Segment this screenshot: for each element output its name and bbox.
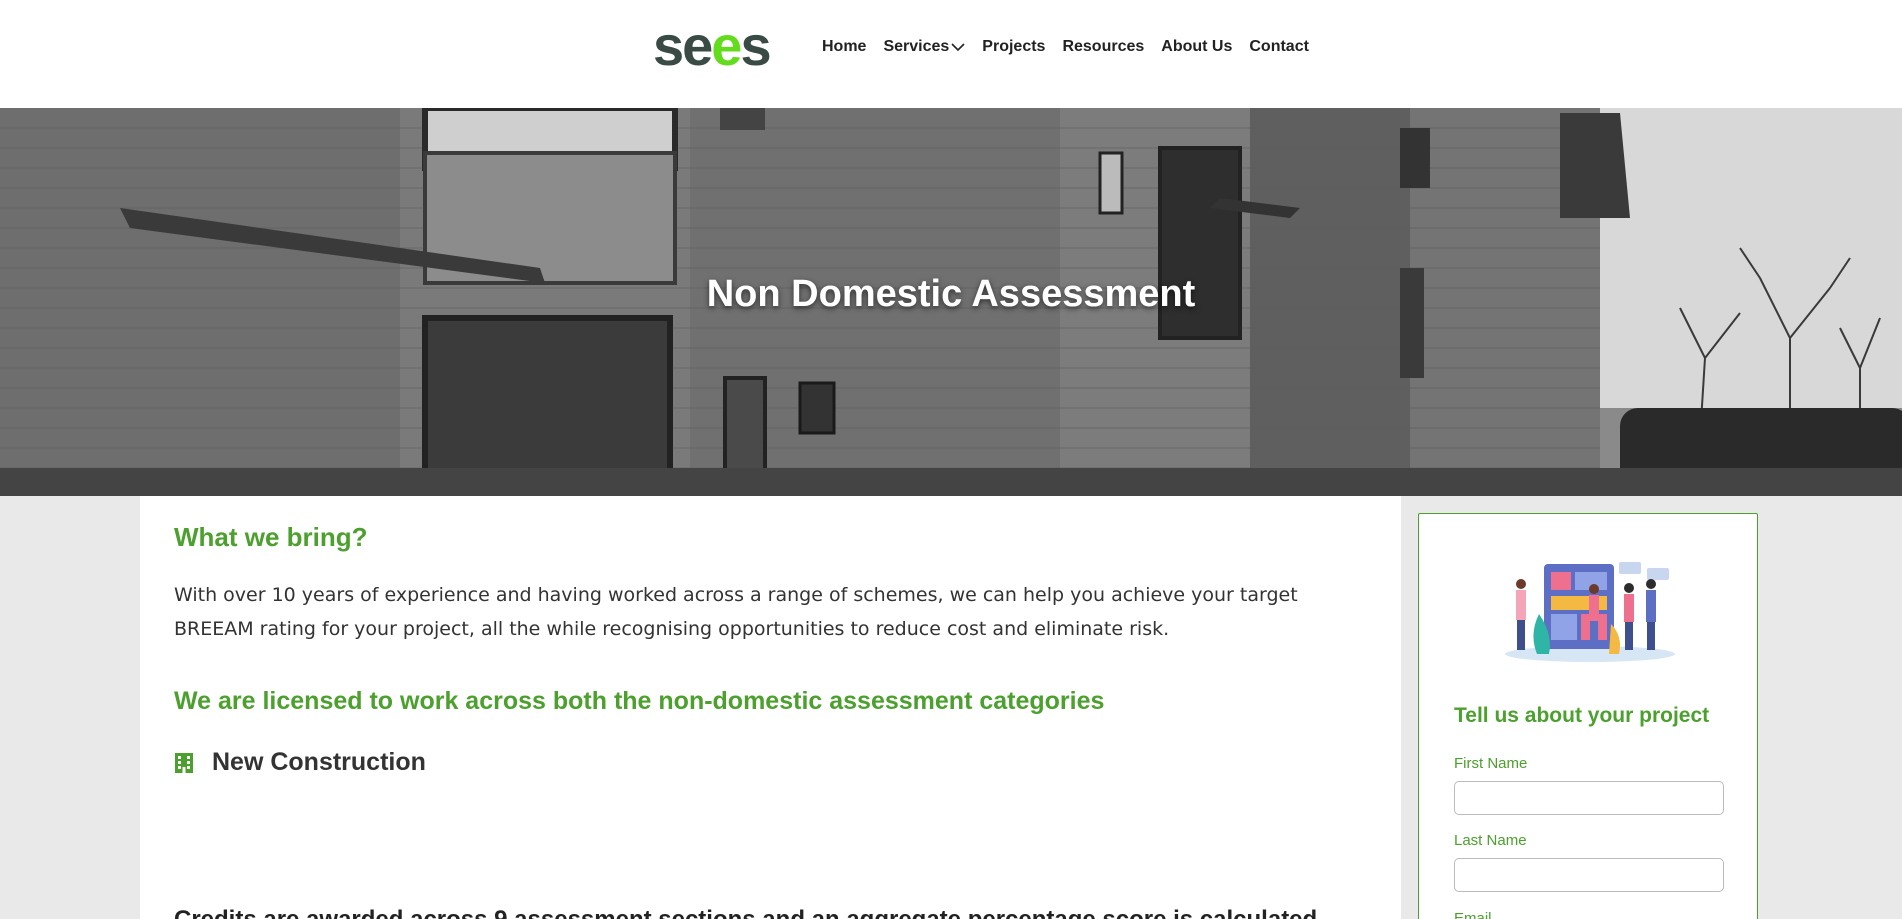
main-nav: Home Services Projects Resources About U… xyxy=(822,38,1326,56)
form-title: Tell us about your project xyxy=(1454,704,1710,727)
intro-paragraph: With over 10 years of experience and hav… xyxy=(174,584,1298,640)
logo-part-3: s xyxy=(740,14,771,77)
sees-logo[interactable]: se e s xyxy=(653,14,772,77)
main-content: What we bring? With over 10 years of exp… xyxy=(140,496,1401,919)
project-enquiry-form: Tell us about your project First Name La… xyxy=(1418,513,1758,919)
nav-projects[interactable]: Projects xyxy=(982,38,1045,56)
nav-home[interactable]: Home xyxy=(822,38,866,56)
last-name-input[interactable] xyxy=(1454,858,1724,892)
logo-part-1: se xyxy=(653,14,713,77)
building-icon xyxy=(175,752,193,773)
nav-services[interactable]: Services xyxy=(883,38,965,56)
category-new-construction: New Construction xyxy=(174,748,426,777)
site-header: se e s Home Services Projects Resources Ab… xyxy=(0,0,1902,108)
hero-banner: Non Domestic Assessment xyxy=(0,108,1902,496)
team-collaboration-illustration xyxy=(1505,562,1675,662)
what-we-bring-heading: What we bring? xyxy=(174,522,368,552)
email-label: Email xyxy=(1454,910,1492,919)
page-title: Non Domestic Assessment xyxy=(706,273,1196,315)
first-name-label: First Name xyxy=(1454,755,1528,772)
nav-contact[interactable]: Contact xyxy=(1249,38,1309,56)
logo-part-2: e xyxy=(711,14,742,77)
credits-text: Credits are awarded across 9 assessment … xyxy=(174,906,1317,919)
first-name-input[interactable] xyxy=(1454,781,1724,815)
chevron-down-icon[interactable] xyxy=(951,42,965,52)
nav-resources[interactable]: Resources xyxy=(1062,38,1144,56)
nav-services-label: Services xyxy=(883,38,950,55)
last-name-label: Last Name xyxy=(1454,832,1527,849)
licensed-heading: We are licensed to work across both the … xyxy=(174,687,1105,715)
category-label: New Construction xyxy=(212,748,426,776)
nav-about-us[interactable]: About Us xyxy=(1161,38,1232,56)
